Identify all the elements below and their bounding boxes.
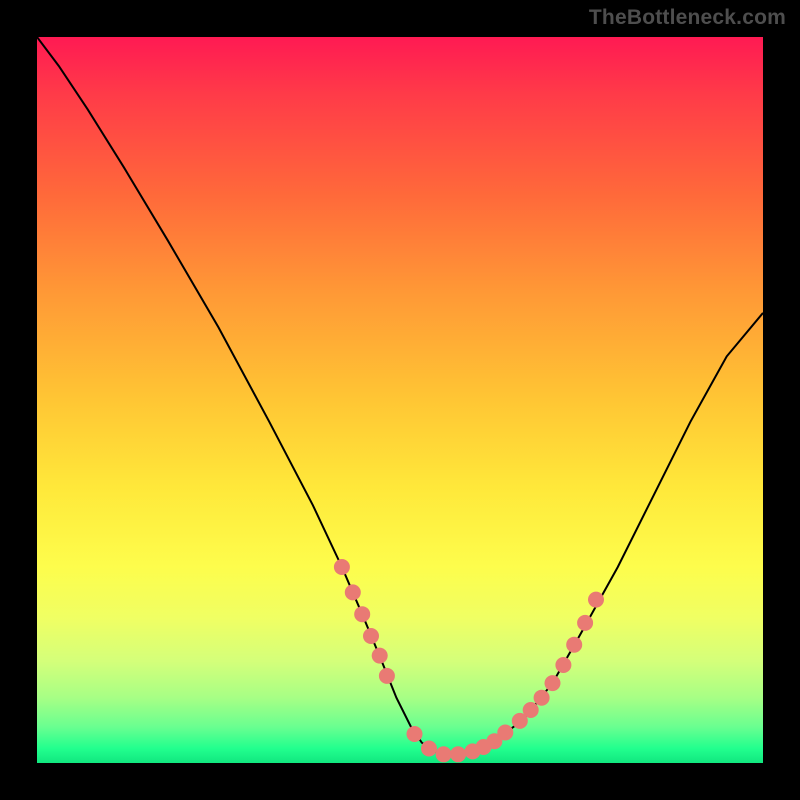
curve-line (37, 37, 763, 754)
data-marker (334, 559, 350, 575)
data-marker (534, 690, 550, 706)
data-marker (523, 702, 539, 718)
data-marker (588, 592, 604, 608)
data-marker (545, 675, 561, 691)
plot-area (37, 37, 763, 763)
data-marker (555, 657, 571, 673)
chart-container: TheBottleneck.com (0, 0, 800, 800)
data-marker (497, 725, 513, 741)
chart-overlay (37, 37, 763, 763)
data-marker (345, 584, 361, 600)
curve-markers (334, 559, 604, 762)
data-marker (363, 628, 379, 644)
data-marker (566, 637, 582, 653)
data-marker (372, 648, 388, 664)
data-marker (354, 606, 370, 622)
watermark-text: TheBottleneck.com (589, 6, 786, 30)
data-marker (577, 615, 593, 631)
data-marker (379, 668, 395, 684)
data-marker (407, 726, 423, 742)
data-marker (421, 741, 437, 757)
data-marker (436, 746, 452, 762)
data-marker (450, 746, 466, 762)
